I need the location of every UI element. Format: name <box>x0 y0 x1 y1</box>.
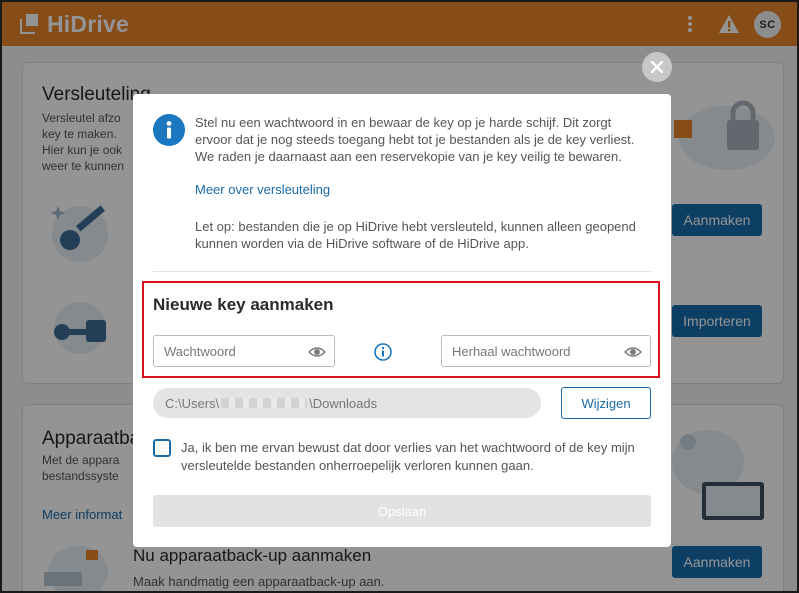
note-text: Let op: bestanden die je op HiDrive hebt… <box>195 219 636 251</box>
acknowledge-checkbox[interactable] <box>153 439 171 457</box>
divider <box>153 271 651 272</box>
close-modal-button[interactable] <box>642 52 672 82</box>
create-key-dialog: Stel nu een wachtwoord in en bewaar de k… <box>133 94 671 547</box>
save-button[interactable]: Opslaan <box>153 495 651 527</box>
download-path-field: C:\Users\ \Downloads <box>153 388 541 418</box>
acknowledge-label[interactable]: Ja, ik ben me ervan bewust dat door verl… <box>181 439 651 475</box>
info-text: Stel nu een wachtwoord in en bewaar de k… <box>195 115 635 164</box>
app-frame: HiDrive SC Versleuteling Versleutel afzo… <box>0 0 799 593</box>
password-field <box>153 335 335 367</box>
repeat-password-input[interactable] <box>442 336 650 366</box>
eye-icon[interactable] <box>308 344 326 360</box>
password-info-icon[interactable] <box>374 343 392 361</box>
repeat-password-field <box>441 335 651 367</box>
section-title: Nieuwe key aanmaken <box>153 295 334 314</box>
eye-icon[interactable] <box>624 344 642 360</box>
more-about-encryption-link[interactable]: Meer over versleuteling <box>195 182 330 197</box>
info-icon <box>153 114 185 146</box>
redacted-username <box>221 398 308 408</box>
path-suffix: \Downloads <box>309 395 378 411</box>
password-input[interactable] <box>154 336 334 366</box>
change-path-button[interactable]: Wijzigen <box>561 387 651 419</box>
path-prefix: C:\Users\ <box>165 395 220 411</box>
close-icon <box>651 61 663 73</box>
